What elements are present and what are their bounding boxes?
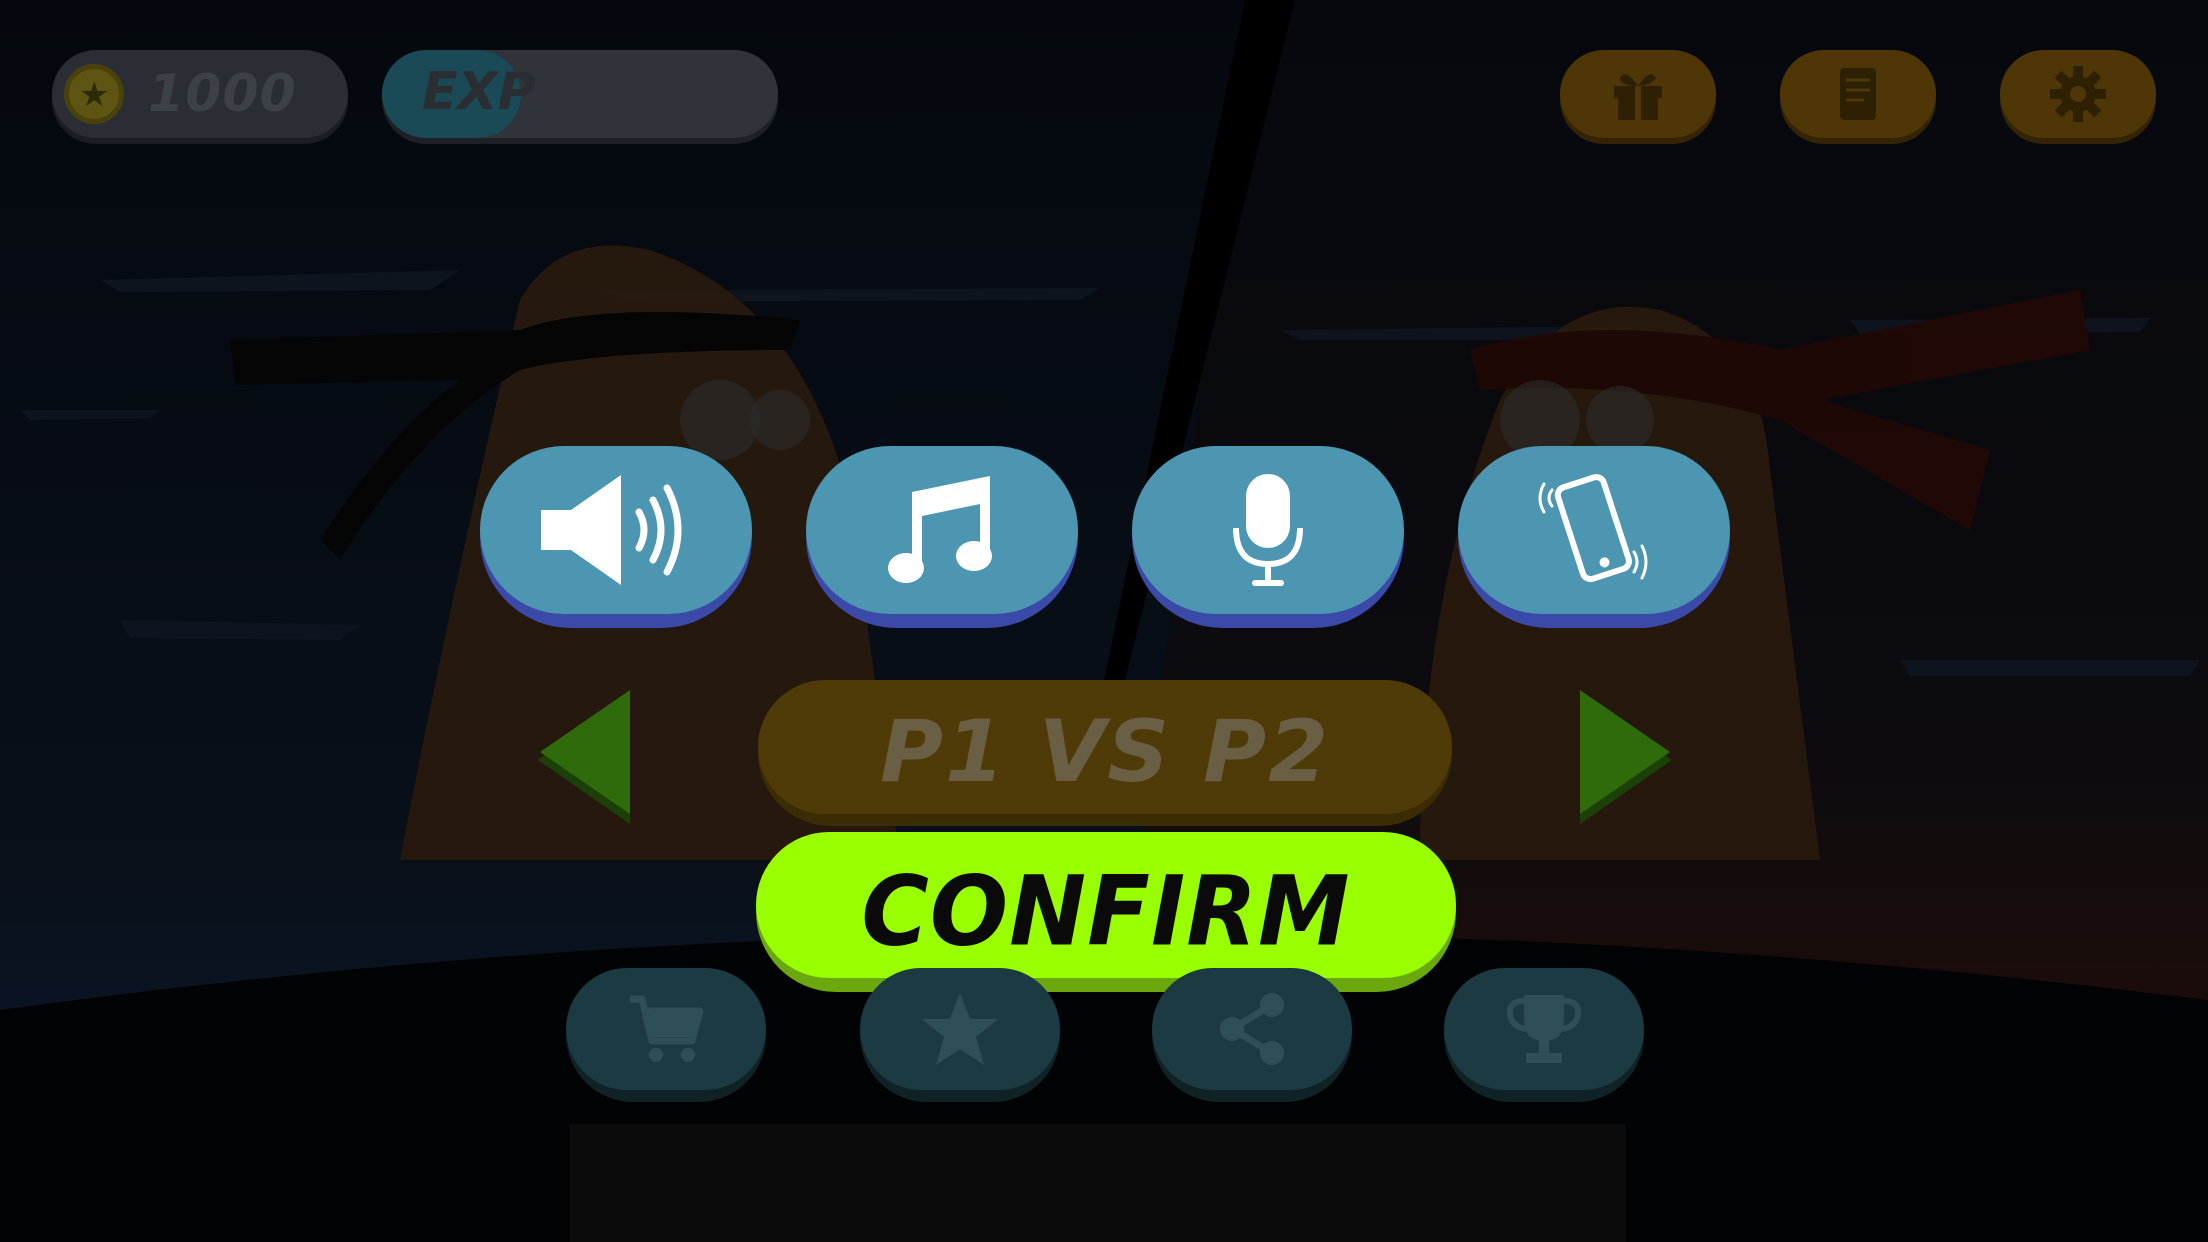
gift-icon xyxy=(1614,74,1662,120)
microphone-icon xyxy=(1233,474,1303,586)
next-mode-arrow[interactable] xyxy=(1570,690,1680,830)
vibrate-phone-icon xyxy=(1538,474,1648,583)
coin-count: 1000 xyxy=(148,64,297,124)
mode-selector[interactable]: P1 VS P2 xyxy=(758,680,1452,826)
gift-button[interactable] xyxy=(1560,50,1716,138)
music-note-icon xyxy=(888,476,992,583)
previous-mode-arrow[interactable] xyxy=(530,690,640,830)
leaderboard-button[interactable] xyxy=(1444,968,1644,1102)
quests-button[interactable] xyxy=(1780,50,1936,138)
gear-icon xyxy=(2050,66,2106,122)
confirm-button[interactable]: CONFIRM xyxy=(756,832,1456,992)
exp-label: EXP xyxy=(422,62,536,122)
speaker-icon xyxy=(541,475,682,585)
vibration-toggle[interactable] xyxy=(1458,446,1730,628)
shop-button[interactable] xyxy=(566,968,766,1102)
trophy-icon xyxy=(1506,995,1582,1063)
coin-icon: ★ xyxy=(64,64,124,124)
confirm-label: CONFIRM xyxy=(861,855,1351,968)
mode-label: P1 VS P2 xyxy=(879,702,1331,802)
modal-overlay xyxy=(0,0,2208,1242)
coin-counter: ★ 1000 xyxy=(52,50,348,138)
cart-icon xyxy=(630,995,704,1062)
exp-bar: EXP xyxy=(382,50,778,138)
settings-button[interactable] xyxy=(2000,50,2156,138)
sound-toggle[interactable] xyxy=(480,446,752,628)
share-button[interactable] xyxy=(1152,968,1352,1102)
rate-button[interactable] xyxy=(860,968,1060,1102)
share-icon xyxy=(1220,993,1284,1065)
ad-banner-area xyxy=(570,1124,1626,1242)
scroll-icon xyxy=(1840,68,1876,120)
star-icon xyxy=(922,993,998,1065)
music-toggle[interactable] xyxy=(806,446,1078,628)
voice-toggle[interactable] xyxy=(1132,446,1404,628)
